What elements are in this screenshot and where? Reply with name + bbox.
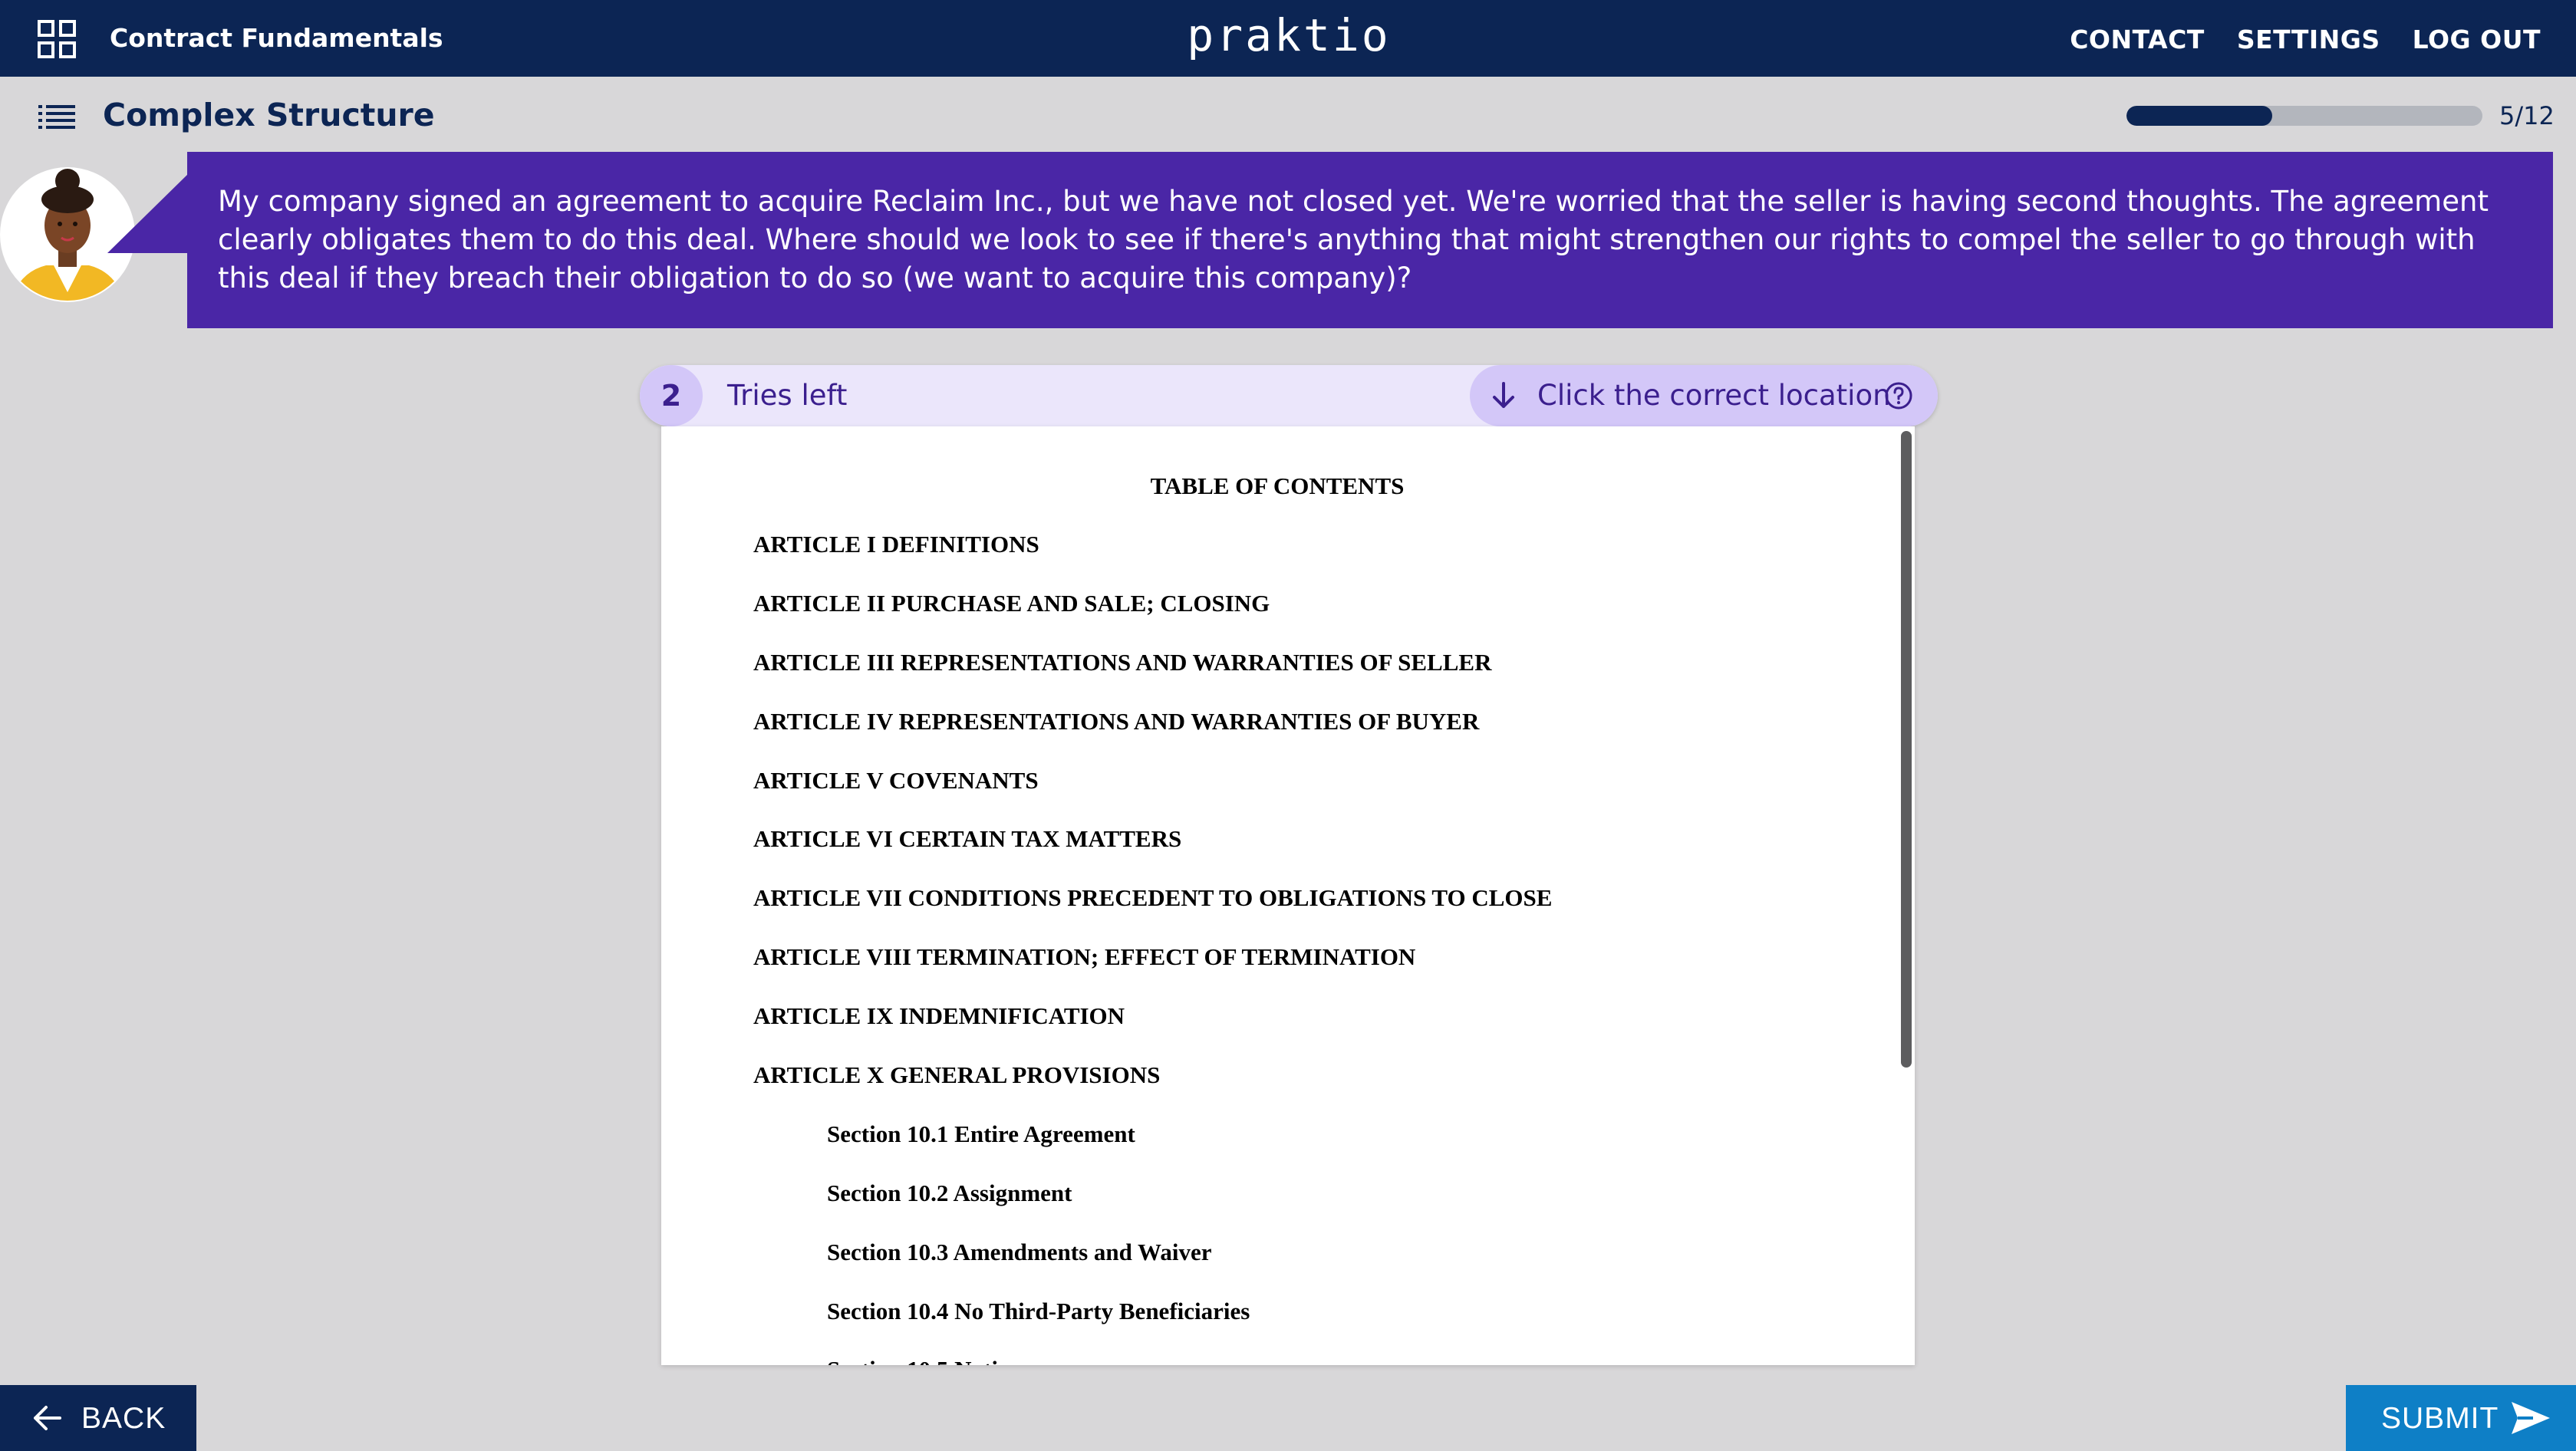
toc-title: TABLE OF CONTENTS — [1150, 472, 1405, 499]
toc-entry-article-8[interactable]: ARTICLE VIII TERMINATION; EFFECT OF TERM… — [753, 943, 1552, 1002]
toc-entry-section-10-2[interactable]: Section 10.2 Assignment — [753, 1180, 1552, 1239]
toc-entry-article-1[interactable]: ARTICLE I DEFINITIONS — [753, 531, 1552, 590]
toc-entry-article-3[interactable]: ARTICLE III REPRESENTATIONS AND WARRANTI… — [753, 649, 1552, 708]
question-bubble: My company signed an agreement to acquir… — [187, 152, 2553, 328]
toc-entry-article-9[interactable]: ARTICLE IX INDEMNIFICATION — [753, 1002, 1552, 1061]
course-title: Contract Fundamentals — [110, 23, 443, 53]
tries-label: Tries left — [727, 379, 848, 412]
submit-button[interactable]: SUBMIT — [2346, 1385, 2576, 1451]
progress-bar — [2126, 106, 2482, 126]
logout-link[interactable]: LOG OUT — [2413, 25, 2541, 54]
toc-entry-article-10[interactable]: ARTICLE X GENERAL PROVISIONS — [753, 1061, 1552, 1120]
settings-link[interactable]: SETTINGS — [2237, 25, 2380, 54]
progress-fill — [2126, 106, 2273, 126]
lesson-title: Complex Structure — [103, 97, 435, 133]
list-menu-icon[interactable] — [38, 104, 75, 129]
back-button[interactable]: BACK — [0, 1385, 196, 1451]
tries-count-badge: 2 — [640, 365, 703, 426]
instruction-pill: Click the correct location — [1470, 365, 1938, 426]
arrow-down-icon — [1493, 382, 1514, 408]
submit-label: SUBMIT — [2381, 1402, 2499, 1435]
document-scrollbar[interactable] — [1901, 431, 1912, 1068]
help-icon[interactable] — [1884, 381, 1913, 410]
top-header: Contract Fundamentals praktio CONTACT SE… — [0, 0, 2576, 77]
question-text: My company signed an agreement to acquir… — [218, 185, 2489, 294]
brand-logo: praktio — [1187, 9, 1391, 61]
toc-entry-section-10-1[interactable]: Section 10.1 Entire Agreement — [753, 1120, 1552, 1180]
toc-entry-section-10-4[interactable]: Section 10.4 No Third-Party Beneficiarie… — [753, 1298, 1552, 1357]
instruction-text: Click the correct location — [1537, 379, 1891, 412]
top-nav: CONTACT SETTINGS LOG OUT — [2070, 25, 2541, 54]
toc-entry-article-4[interactable]: ARTICLE IV REPRESENTATIONS AND WARRANTIE… — [753, 708, 1552, 767]
toc-entry-article-5[interactable]: ARTICLE V COVENANTS — [753, 767, 1552, 826]
task-bar: 2 Tries left Click the correct location — [640, 365, 1938, 426]
toc-entry-article-7[interactable]: ARTICLE VII CONDITIONS PRECEDENT TO OBLI… — [753, 884, 1552, 943]
contact-link[interactable]: CONTACT — [2070, 25, 2205, 54]
toc-entry-article-6[interactable]: ARTICLE VI CERTAIN TAX MATTERS — [753, 825, 1552, 884]
progress-count: 5/12 — [2499, 101, 2555, 130]
send-icon — [2512, 1402, 2550, 1434]
arrow-left-icon — [34, 1406, 61, 1430]
toc-entry-section-10-3[interactable]: Section 10.3 Amendments and Waiver — [753, 1239, 1552, 1298]
back-label: BACK — [81, 1402, 166, 1435]
toc-list: ARTICLE I DEFINITIONS ARTICLE II PURCHAS… — [753, 531, 1552, 1365]
apps-grid-icon[interactable] — [37, 19, 77, 59]
toc-entry-section-10-5[interactable]: Section 10.5 Notices — [753, 1356, 1552, 1365]
document-viewer[interactable]: TABLE OF CONTENTS ARTICLE I DEFINITIONS … — [661, 426, 1915, 1365]
toc-entry-article-2[interactable]: ARTICLE II PURCHASE AND SALE; CLOSING — [753, 590, 1552, 649]
speech-bubble-tail — [107, 173, 189, 253]
